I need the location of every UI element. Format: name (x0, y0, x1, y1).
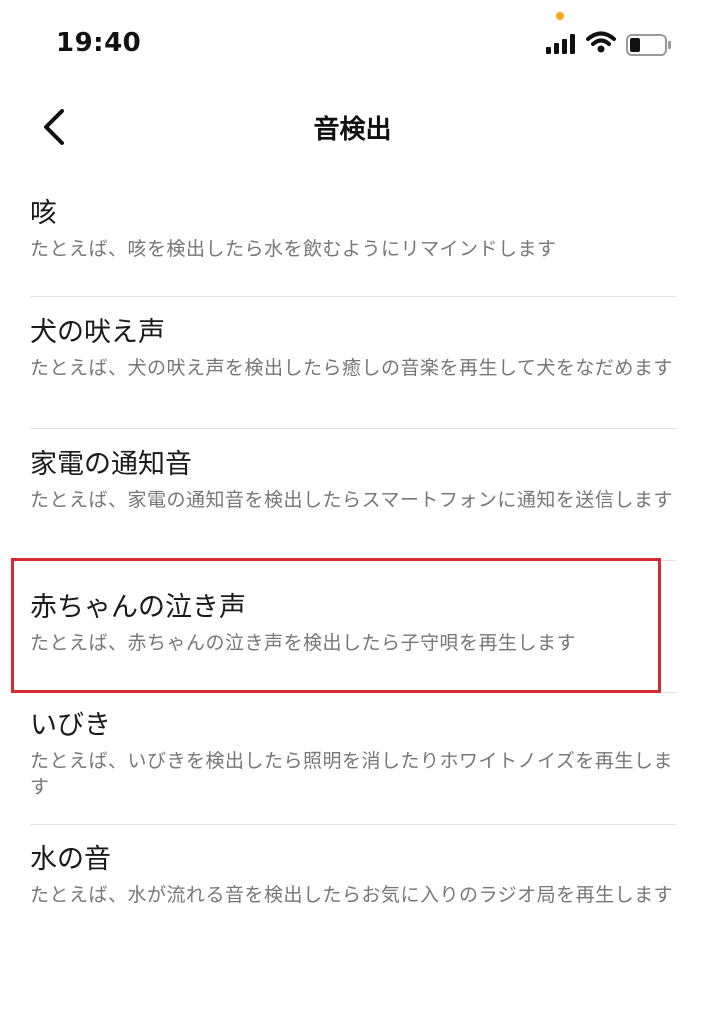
list-item-snoring[interactable]: いびき たとえば、いびきを検出したら照明を消したりホワイトノイズを再生します (30, 709, 676, 800)
divider (30, 428, 676, 429)
divider (30, 296, 676, 297)
item-title: 犬の吠え声 (30, 317, 165, 348)
item-title: 水の音 (30, 844, 111, 875)
item-title: いびき (30, 710, 111, 741)
status-bar: 19:40 (0, 0, 705, 80)
privacy-indicator-dot (556, 12, 564, 20)
item-description: たとえば、犬の吠え声を検出したら癒しの音楽を再生して犬をなだめます (30, 357, 673, 379)
item-title: 咳 (30, 198, 57, 229)
highlight-frame (11, 558, 661, 693)
page-title: 音検出 (313, 115, 392, 145)
status-time: 19:40 (56, 28, 142, 58)
item-description: たとえば、水が流れる音を検出したらお気に入りのラジオ局を再生します (30, 884, 674, 906)
item-title: 家電の通知音 (30, 449, 192, 480)
navigation-bar: 音検出 (0, 95, 705, 159)
battery-icon (626, 34, 671, 56)
item-description: たとえば、いびきを検出したら照明を消したりホワイトノイズを再生します (30, 750, 673, 798)
wifi-icon (586, 31, 616, 53)
list-item-cough[interactable]: 咳 たとえば、咳を検出したら水を飲むようにリマインドします (30, 197, 676, 262)
item-description: たとえば、咳を検出したら水を飲むようにリマインドします (30, 238, 557, 260)
divider (30, 824, 676, 825)
list-item-water-running[interactable]: 水の音 たとえば、水が流れる音を検出したらお気に入りのラジオ局を再生します (30, 843, 676, 908)
list-item-dog-bark[interactable]: 犬の吠え声 たとえば、犬の吠え声を検出したら癒しの音楽を再生して犬をなだめます (30, 316, 676, 381)
list-item-appliance-alert[interactable]: 家電の通知音 たとえば、家電の通知音を検出したらスマートフォンに通知を送信します (30, 448, 676, 513)
cellular-signal-icon (546, 34, 575, 54)
item-description: たとえば、家電の通知音を検出したらスマートフォンに通知を送信します (30, 489, 673, 511)
